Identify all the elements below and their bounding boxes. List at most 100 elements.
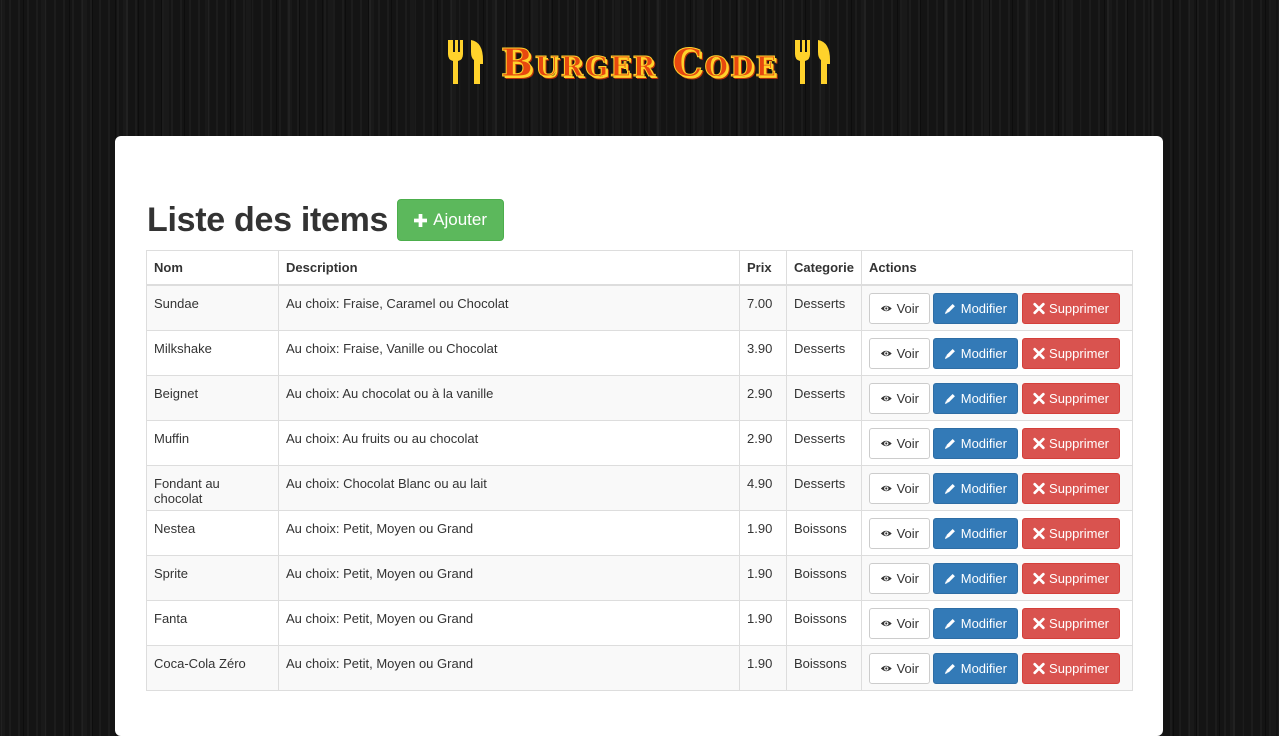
items-panel: Liste des items Ajouter Nom Description … [115, 136, 1163, 736]
item-name: Milkshake [146, 329, 279, 376]
delete-label: Supprimer [1049, 480, 1109, 496]
table-row: Coca-Cola Zéro Au choix: Petit, Moyen ou… [146, 644, 1133, 691]
view-button[interactable]: Voir [869, 652, 930, 684]
delete-label: Supprimer [1049, 660, 1109, 676]
delete-button[interactable]: Supprimer [1022, 517, 1120, 549]
view-label: Voir [896, 570, 919, 586]
pencil-icon [944, 303, 955, 314]
item-description: Au choix: Fraise, Vanille ou Chocolat [278, 329, 740, 376]
delete-button[interactable]: Supprimer [1022, 427, 1120, 459]
header-category: Categorie [786, 250, 862, 286]
table-header-row: Nom Description Prix Categorie Actions [146, 250, 1133, 286]
view-button[interactable]: Voir [869, 517, 930, 549]
add-item-button[interactable]: Ajouter [397, 199, 505, 241]
x-icon [1033, 347, 1045, 359]
eye-icon [880, 575, 892, 581]
pencil-icon [944, 528, 955, 539]
item-category: Desserts [786, 464, 862, 511]
edit-button[interactable]: Modifier [933, 427, 1018, 459]
view-button[interactable]: Voir [869, 562, 930, 594]
table-row: Fondant au chocolat Au choix: Chocolat B… [146, 464, 1133, 511]
header-price: Prix [739, 250, 787, 286]
item-name: Fanta [146, 599, 279, 646]
item-name: Coca-Cola Zéro [146, 644, 279, 691]
delete-button[interactable]: Supprimer [1022, 337, 1120, 369]
item-price: 1.90 [739, 599, 787, 646]
cutlery-icon [447, 40, 483, 84]
view-button[interactable]: Voir [869, 382, 930, 414]
site-header: Burger Code [0, 30, 1279, 94]
header-description: Description [278, 250, 740, 286]
eye-icon [880, 350, 892, 356]
delete-button[interactable]: Supprimer [1022, 382, 1120, 414]
delete-button[interactable]: Supprimer [1022, 293, 1120, 324]
delete-button[interactable]: Supprimer [1022, 652, 1120, 684]
view-button[interactable]: Voir [869, 427, 930, 459]
eye-icon [880, 665, 892, 671]
view-button[interactable]: Voir [869, 337, 930, 369]
item-actions: Voir Modifier Supprimer [861, 374, 1133, 421]
delete-button[interactable]: Supprimer [1022, 607, 1120, 639]
edit-button[interactable]: Modifier [933, 293, 1018, 324]
view-label: Voir [896, 480, 919, 496]
title-row: Liste des items Ajouter [147, 199, 505, 241]
edit-button[interactable]: Modifier [933, 337, 1018, 369]
pencil-icon [944, 573, 955, 584]
item-actions: Voir Modifier Supprimer [861, 509, 1133, 556]
edit-button[interactable]: Modifier [933, 472, 1018, 504]
x-icon [1033, 527, 1045, 539]
edit-label: Modifier [960, 525, 1007, 541]
item-description: Au choix: Petit, Moyen ou Grand [278, 644, 740, 691]
item-actions: Voir Modifier Supprimer [861, 464, 1133, 511]
x-icon [1033, 482, 1045, 494]
eye-icon [880, 305, 892, 312]
pencil-icon [944, 483, 955, 494]
edit-button[interactable]: Modifier [933, 517, 1018, 549]
item-name: Sprite [146, 554, 279, 601]
view-button[interactable]: Voir [869, 293, 930, 324]
item-actions: Voir Modifier Supprimer [861, 599, 1133, 646]
table-row: Beignet Au choix: Au chocolat ou à la va… [146, 374, 1133, 421]
brand-title: Burger Code [500, 39, 779, 85]
item-description: Au choix: Au chocolat ou à la vanille [278, 374, 740, 421]
edit-label: Modifier [960, 301, 1007, 316]
header-name: Nom [146, 250, 279, 286]
delete-button[interactable]: Supprimer [1022, 562, 1120, 594]
cutlery-icon [795, 40, 831, 84]
item-name: Muffin [146, 419, 279, 466]
view-label: Voir [896, 660, 919, 676]
edit-button[interactable]: Modifier [933, 652, 1018, 684]
delete-label: Supprimer [1049, 615, 1109, 631]
item-description: Au choix: Petit, Moyen ou Grand [278, 599, 740, 646]
x-icon [1033, 617, 1045, 629]
item-description: Au choix: Chocolat Blanc ou au lait [278, 464, 740, 511]
edit-label: Modifier [960, 615, 1007, 631]
eye-icon [880, 440, 892, 446]
item-category: Boissons [786, 509, 862, 556]
view-label: Voir [896, 435, 919, 451]
delete-label: Supprimer [1049, 525, 1109, 541]
items-table: Nom Description Prix Categorie Actions S… [146, 250, 1133, 691]
add-item-label: Ajouter [433, 210, 488, 229]
item-name: Nestea [146, 509, 279, 556]
view-label: Voir [896, 301, 919, 316]
view-button[interactable]: Voir [869, 472, 930, 504]
delete-label: Supprimer [1049, 570, 1109, 586]
view-label: Voir [896, 390, 919, 406]
edit-button[interactable]: Modifier [933, 562, 1018, 594]
item-category: Desserts [786, 284, 862, 331]
eye-icon [880, 395, 892, 401]
pencil-icon [944, 438, 955, 449]
table-row: Milkshake Au choix: Fraise, Vanille ou C… [146, 329, 1133, 376]
edit-button[interactable]: Modifier [933, 382, 1018, 414]
header-actions: Actions [861, 250, 1133, 286]
table-row: Sundae Au choix: Fraise, Caramel ou Choc… [146, 284, 1133, 331]
item-actions: Voir Modifier Supprimer [861, 644, 1133, 691]
edit-button[interactable]: Modifier [933, 607, 1018, 639]
edit-label: Modifier [960, 660, 1007, 676]
item-category: Desserts [786, 374, 862, 421]
page-title: Liste des items [147, 200, 389, 239]
item-name: Beignet [146, 374, 279, 421]
view-button[interactable]: Voir [869, 607, 930, 639]
delete-button[interactable]: Supprimer [1022, 472, 1120, 504]
